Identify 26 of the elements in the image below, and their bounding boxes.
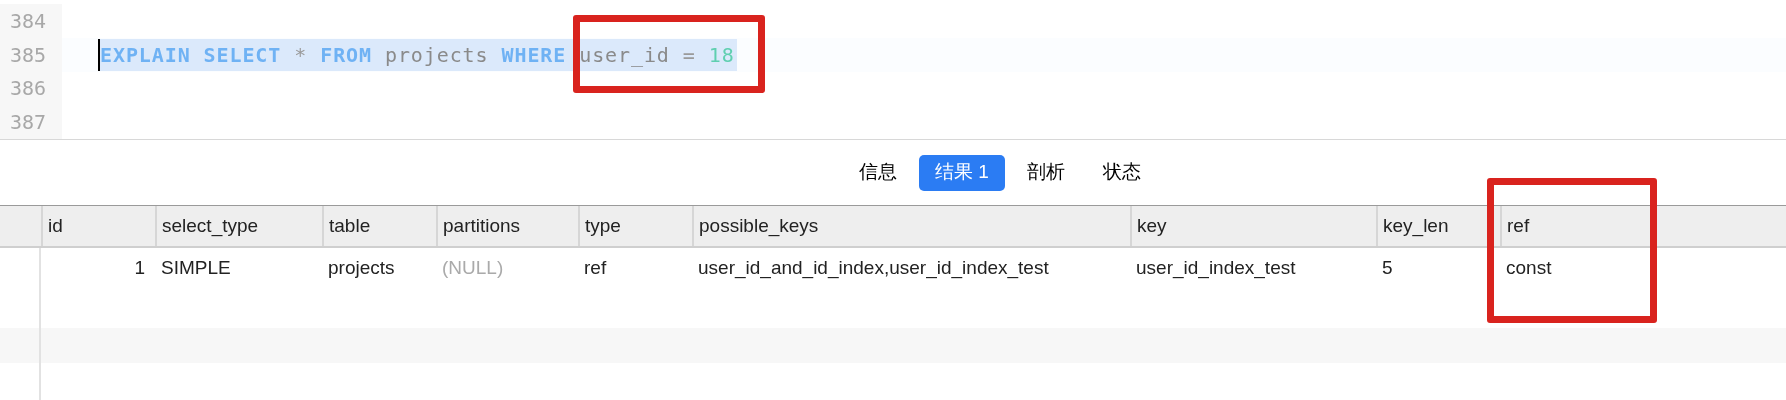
table-cell-text: 1 <box>133 255 146 280</box>
table-cell-text: 5 <box>1381 255 1394 280</box>
column-header[interactable]: possible_keys <box>692 206 1130 246</box>
table-cell-text: projects <box>327 255 396 280</box>
result-tab[interactable]: 信息 <box>843 154 914 191</box>
table-cell-text: user_id_and_id_index,user_id_index_test <box>697 255 1050 281</box>
column-header[interactable]: ref <box>1500 206 1786 246</box>
result-tab[interactable]: 剖析 <box>1010 154 1081 191</box>
table-cell-text: SIMPLE <box>160 255 232 280</box>
table-cell-text: const <box>1505 255 1553 280</box>
column-header[interactable]: partitions <box>436 206 578 246</box>
column-header[interactable]: key_len <box>1376 206 1500 246</box>
table-cell-text: (NULL) <box>441 255 505 280</box>
result-tab[interactable]: 结果 1 <box>919 154 1005 191</box>
column-header[interactable]: key <box>1130 206 1376 246</box>
table-cell-text: ref <box>583 255 608 280</box>
column-header[interactable]: select_type <box>155 206 322 246</box>
result-tab[interactable]: 状态 <box>1086 154 1157 191</box>
line-number: 387 <box>0 105 62 139</box>
line-number: 384 <box>0 4 62 38</box>
column-header[interactable]: type <box>578 206 692 246</box>
column-header[interactable]: id <box>41 206 155 246</box>
column-header[interactable]: table <box>322 206 436 246</box>
table-cell-text: user_id_index_test <box>1135 255 1297 281</box>
line-number: 385 <box>0 37 62 72</box>
line-number: 386 <box>0 71 62 106</box>
